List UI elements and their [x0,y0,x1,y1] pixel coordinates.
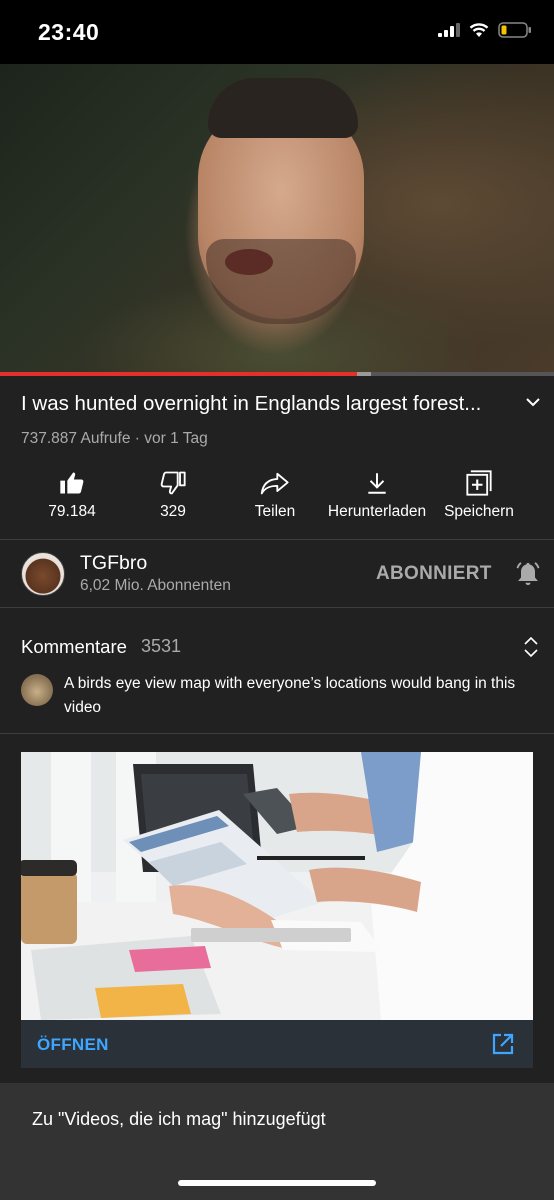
meta-separator: · [130,430,145,447]
subscriber-count: 6,02 Mio. Abonnenten [80,577,231,594]
video-buffer [357,372,372,376]
share-label: Teilen [254,503,296,520]
video-meta: 737.887 Aufrufe · vor 1 Tag [21,430,208,448]
ad-card[interactable]: ÖFFNEN [21,752,533,1068]
share-button[interactable]: Teilen [235,465,315,521]
video-player[interactable] [0,64,554,374]
save-button[interactable]: Speichern [438,465,520,521]
video-title: I was hunted overnight in Englands large… [21,392,482,415]
toast-message: Zu "Videos, die ich mag" hinzugefügt [32,1109,326,1129]
comments-section[interactable]: Kommentare 3531 A birds eye view map wit… [0,608,554,733]
video-progress-bar[interactable] [0,372,554,376]
video-frame-mouth [225,249,273,275]
cellular-signal-icon [438,23,460,37]
subscribed-button[interactable]: ABONNIERT [376,563,492,585]
like-count: 79.184 [48,503,96,520]
ad-image-illustration [21,752,533,1020]
download-label: Herunterladen [327,503,427,520]
top-comment-text: A birds eye view map with everyone’s loc… [64,675,516,716]
add-to-playlist-icon [466,470,492,496]
comments-count: 3531 [141,636,182,656]
dislike-button[interactable]: 329 [133,465,213,521]
thumbs-up-icon [60,472,84,494]
like-button[interactable]: 79.184 [32,465,112,521]
save-label: Speichern [444,503,514,520]
status-icons [438,22,532,38]
channel-name[interactable]: TGFbro [80,552,147,575]
commenter-avatar [21,674,53,706]
action-row: 79.184 329 Teilen Herunterladen Speicher… [0,465,554,539]
thumbs-down-icon [160,471,186,495]
notification-bell-icon[interactable] [514,560,542,588]
external-link-icon[interactable] [491,1032,515,1056]
download-button[interactable]: Herunterladen [322,465,432,521]
upload-age: vor 1 Tag [144,430,208,447]
battery-icon [498,22,531,38]
status-time: 23:40 [38,19,100,45]
dislike-count: 329 [160,503,186,520]
divider [0,733,554,734]
comments-heading: Kommentare [21,636,127,657]
chevron-down-icon[interactable] [525,394,541,410]
view-count: 737.887 Aufrufe [21,430,131,447]
wifi-icon [469,22,489,37]
video-progress-fill [0,372,358,376]
channel-row[interactable]: TGFbro 6,02 Mio. Abonnenten ABONNIERT [0,540,554,607]
download-icon [368,473,386,494]
channel-avatar[interactable] [21,552,65,596]
expand-collapse-icon[interactable] [523,636,539,658]
video-frame-beard [206,239,356,324]
video-frame-hair [208,78,358,138]
status-bar: 23:40 [0,0,554,64]
video-title-bar[interactable]: I was hunted overnight in Englands large… [21,392,541,416]
ad-open-bar[interactable]: ÖFFNEN [21,1020,533,1068]
share-icon [260,472,289,495]
ad-image[interactable] [21,752,533,1020]
open-ad-button[interactable]: ÖFFNEN [37,1035,109,1055]
home-indicator[interactable] [178,1180,376,1186]
